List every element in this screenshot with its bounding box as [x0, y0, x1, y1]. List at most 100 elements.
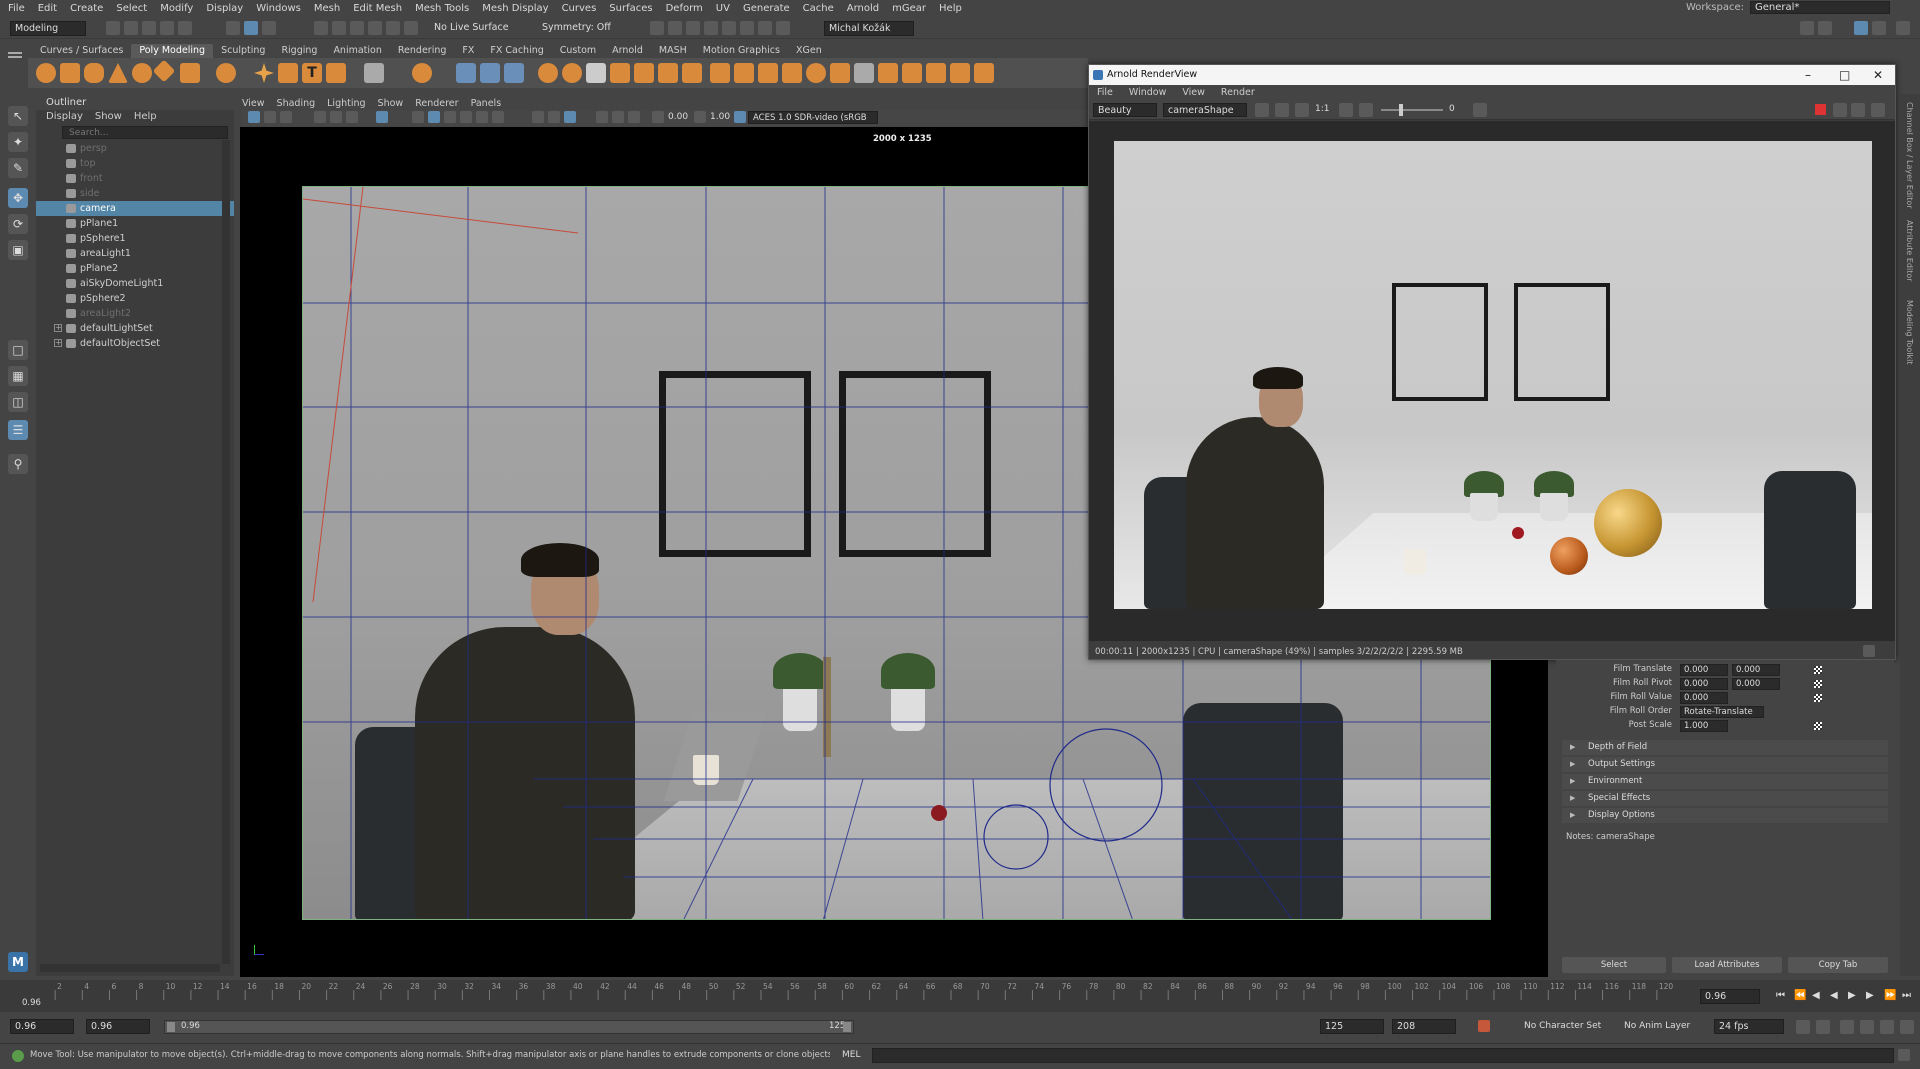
outliner-item[interactable]: pPlane2 [36, 261, 234, 276]
move-tool-icon[interactable]: ✥ [8, 188, 28, 208]
outliner-scrollbar[interactable] [222, 140, 230, 964]
menuset-dropdown[interactable]: Modeling [10, 21, 86, 36]
shelf-tab-fx-caching[interactable]: FX Caching [482, 44, 551, 58]
attribute-field[interactable]: 0.000 [1732, 678, 1780, 690]
menu-mesh-display[interactable]: Mesh Display [482, 3, 548, 14]
time-slider[interactable]: 2 4 6 8 10 12 14 16 18 20 22 24 26 28 30 32 34 36 38 40 42 44… [0, 980, 1920, 1012]
ipr-toggle-icon[interactable] [1851, 103, 1865, 117]
anim-layer-dropdown[interactable]: No Anim Layer [1624, 1021, 1690, 1031]
animation-end-field[interactable]: 208 [1392, 1019, 1456, 1034]
motion-blur-icon[interactable] [612, 111, 624, 123]
menu-create[interactable]: Create [70, 3, 103, 14]
save-scene-icon[interactable] [142, 21, 156, 35]
attribute-field[interactable]: 0.000 [1732, 664, 1780, 676]
resolution-gate-icon[interactable] [346, 111, 358, 123]
target-weld-icon[interactable] [682, 63, 702, 83]
symmetry-label[interactable]: Symmetry: Off [542, 22, 611, 33]
attribute-section[interactable]: Special Effects [1562, 791, 1888, 806]
render-canvas[interactable] [1089, 121, 1895, 641]
wireframe-icon[interactable] [412, 111, 424, 123]
append-polygon-icon[interactable] [634, 63, 654, 83]
anti-aliasing-icon[interactable] [628, 111, 640, 123]
render-settings-gear-icon[interactable] [1871, 103, 1885, 117]
range-end-handle[interactable] [843, 1022, 851, 1032]
bookmark-icon[interactable] [280, 111, 292, 123]
script-language-label[interactable]: MEL [842, 1050, 860, 1060]
map-button-icon[interactable] [1814, 666, 1822, 674]
render-settings-icon[interactable] [704, 21, 718, 35]
render-menu-render[interactable]: Render [1221, 85, 1255, 100]
render-status-icon[interactable] [1863, 645, 1875, 657]
crop-region-icon[interactable] [1359, 103, 1373, 117]
menu-help[interactable]: Help [939, 3, 962, 14]
circularize-icon[interactable] [806, 63, 826, 83]
bridge-icon[interactable] [562, 63, 582, 83]
current-frame-field[interactable]: 0.96 [1700, 989, 1760, 1004]
planar-uv-icon[interactable] [974, 63, 994, 83]
svg-tool-icon[interactable] [326, 63, 346, 83]
script-editor-icon[interactable] [1898, 1049, 1910, 1061]
pause-render-icon[interactable] [776, 21, 790, 35]
outliner-item[interactable]: front [36, 171, 234, 186]
attribute-field[interactable]: 0.000 [1680, 692, 1728, 704]
playback-end-field[interactable]: 125 [1320, 1019, 1384, 1034]
combine-icon[interactable] [364, 63, 384, 83]
reduce-icon[interactable] [480, 63, 500, 83]
shadows-icon[interactable] [492, 111, 504, 123]
load-attributes-button[interactable]: Load Attributes [1672, 957, 1782, 973]
boolean-icon[interactable] [902, 63, 922, 83]
range-slider[interactable]: 0.96 125 [164, 1020, 854, 1034]
view-transform-dropdown[interactable]: ACES 1.0 SDR-video (sRGB [748, 111, 878, 124]
attribute-field[interactable]: 0.000 [1680, 664, 1728, 676]
isolate-select-icon[interactable] [532, 111, 544, 123]
outliner-item[interactable]: pSphere1 [36, 231, 234, 246]
playback-speed-icon[interactable] [1860, 1020, 1874, 1034]
select-component-icon[interactable] [262, 21, 276, 35]
multi-cut-icon[interactable] [658, 63, 678, 83]
play-backwards-icon[interactable]: ◀ [1830, 990, 1838, 1001]
outliner-menu-show[interactable]: Show [95, 110, 122, 124]
render-camera-dropdown[interactable]: cameraShape [1163, 103, 1247, 117]
menu-windows[interactable]: Windows [256, 3, 301, 14]
gamma-icon[interactable] [694, 111, 706, 123]
shelf-options-icon[interactable] [6, 46, 24, 86]
insert-edge-loop-icon[interactable] [710, 63, 730, 83]
user-account-dropdown[interactable]: Michal Kožák [824, 21, 914, 36]
smooth-icon[interactable] [456, 63, 476, 83]
redo-icon[interactable] [178, 21, 192, 35]
render-history-icon[interactable] [650, 21, 664, 35]
color-management-icon[interactable] [734, 111, 746, 123]
four-view-layout-icon[interactable]: ▦ [8, 366, 28, 386]
minimize-icon[interactable]: – [1805, 65, 1811, 85]
viewport-menu-shading[interactable]: Shading [277, 97, 316, 110]
merge-icon[interactable] [758, 63, 778, 83]
select-hierarchy-icon[interactable] [226, 21, 240, 35]
remesh-icon[interactable] [504, 63, 524, 83]
animation-prefs-icon[interactable] [1880, 1020, 1894, 1034]
scale-tool-icon[interactable]: ▣ [8, 240, 28, 260]
poly-torus-icon[interactable] [132, 63, 152, 83]
menu-edit[interactable]: Edit [38, 3, 57, 14]
snap-curve-icon[interactable] [332, 21, 346, 35]
camera-attributes-icon[interactable] [264, 111, 276, 123]
outliner-item[interactable]: + defaultObjectSet [36, 336, 234, 351]
light-editor-icon[interactable] [758, 21, 772, 35]
film-gate-icon[interactable] [330, 111, 342, 123]
zoom-icon[interactable]: ⚲ [8, 454, 28, 474]
open-scene-icon[interactable] [124, 21, 138, 35]
use-all-lights-icon[interactable] [476, 111, 488, 123]
gate-mask-icon[interactable] [376, 111, 388, 123]
render-menu-view[interactable]: View [1182, 85, 1205, 100]
menu-mesh-tools[interactable]: Mesh Tools [415, 3, 469, 14]
side-by-side-layout-icon[interactable]: ◫ [8, 392, 28, 412]
animation-start-field[interactable]: 0.96 [10, 1019, 74, 1034]
viewport-menu-lighting[interactable]: Lighting [327, 97, 365, 110]
outliner-item[interactable]: pPlane1 [36, 216, 234, 231]
menu-mesh[interactable]: Mesh [314, 3, 340, 14]
viewport-menu-renderer[interactable]: Renderer [415, 97, 458, 110]
workspace-dropdown[interactable]: General* [1750, 1, 1890, 14]
snap-view-icon[interactable] [368, 21, 382, 35]
select-object-icon[interactable] [244, 21, 258, 35]
attribute-editor-tab[interactable]: Attribute Editor [1905, 220, 1914, 282]
menu-arnold[interactable]: Arnold [847, 3, 879, 14]
